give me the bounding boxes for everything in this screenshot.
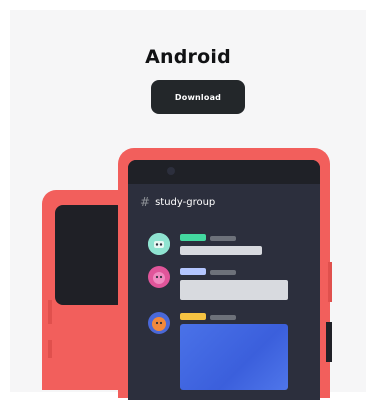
channel-header: # study-group: [140, 195, 215, 209]
fox-avatar-icon: [148, 312, 170, 334]
username-placeholder: [180, 268, 206, 275]
phone-status-bar: [128, 160, 320, 184]
channel-name: study-group: [155, 196, 216, 208]
message-placeholder: [180, 246, 262, 255]
phone-side-button: [326, 322, 332, 362]
front-camera-icon: [167, 167, 175, 175]
phone-side-button: [48, 340, 52, 358]
message-placeholder: [180, 280, 288, 300]
image-attachment-placeholder: [180, 324, 288, 390]
robot-avatar-icon: [148, 233, 170, 255]
hash-icon: #: [140, 195, 151, 209]
page-title: Android: [145, 46, 231, 68]
download-button[interactable]: Download: [151, 80, 245, 114]
timestamp-placeholder: [210, 315, 236, 320]
phone-side-button: [48, 300, 52, 324]
timestamp-placeholder: [210, 236, 236, 241]
camera-module-icon: [55, 205, 125, 305]
username-placeholder: [180, 234, 206, 241]
pink-avatar-icon: [148, 266, 170, 288]
timestamp-placeholder: [210, 270, 236, 275]
username-placeholder: [180, 313, 206, 320]
phone-side-button: [328, 262, 332, 302]
